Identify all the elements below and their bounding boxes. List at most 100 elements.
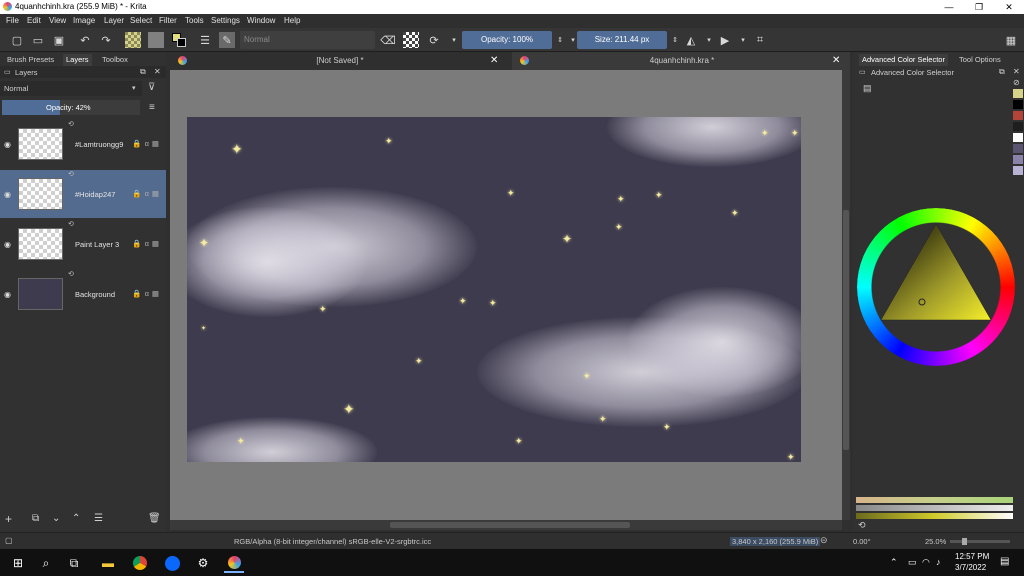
hamburger-menu-icon[interactable]: ≡: [149, 102, 155, 113]
menu-window[interactable]: Window: [247, 16, 275, 25]
krita-taskbar-icon[interactable]: [224, 553, 244, 573]
layer-row[interactable]: ⟲ ◉ Background 🔒α▦: [0, 270, 166, 318]
filter-icon[interactable]: ⊽: [148, 82, 155, 93]
color-swatch[interactable]: [1013, 144, 1023, 153]
close-panel-icon[interactable]: ✕: [154, 67, 161, 76]
mirror-vertical-icon[interactable]: ▶: [717, 32, 733, 48]
vertical-scrollbar[interactable]: [842, 70, 850, 520]
wrap-around-icon[interactable]: ⌗: [752, 32, 768, 48]
menu-view[interactable]: View: [49, 16, 66, 25]
network-icon[interactable]: ▭: [908, 557, 917, 568]
eye-icon[interactable]: ◉: [4, 140, 11, 149]
duplicate-layer-icon[interactable]: ⧉: [32, 513, 39, 524]
search-icon[interactable]: ⌕: [36, 553, 56, 573]
scrollbar-thumb[interactable]: [843, 210, 849, 450]
layer-lock-alpha-icons[interactable]: 🔒α▦: [132, 139, 162, 148]
chevron-down-icon[interactable]: ▾: [446, 32, 462, 48]
task-view-icon[interactable]: ⧉: [64, 553, 84, 573]
menu-select[interactable]: Select: [130, 16, 152, 25]
windows-start-icon[interactable]: ⊞: [8, 553, 28, 573]
eye-icon[interactable]: ◉: [4, 290, 11, 299]
brush-settings-icon[interactable]: ☰: [197, 32, 213, 48]
color-swatch[interactable]: [1013, 133, 1023, 142]
menu-layer[interactable]: Layer: [104, 16, 124, 25]
move-layer-up-icon[interactable]: ⌃: [72, 513, 80, 524]
maximize-button[interactable]: ❐: [964, 0, 994, 14]
night-sky-artwork[interactable]: ✦ ✦ ✦ ✦ ✦ ✦ ✦ ✦ ✦ ✦ ✦ ✦ ✦ ✦ ✦ ✦ ✦ ✦ ✦ ✦ …: [187, 117, 801, 462]
menu-edit[interactable]: Edit: [27, 16, 41, 25]
zoom-slider-handle[interactable]: [962, 538, 967, 545]
close-tab-icon[interactable]: ✕: [490, 55, 498, 66]
chevron-down-icon[interactable]: ▾: [701, 32, 717, 48]
clock-date[interactable]: 3/7/2022: [955, 563, 986, 572]
color-history-bar[interactable]: [856, 497, 1013, 503]
delete-layer-icon[interactable]: 🗑: [148, 513, 161, 524]
mirror-horizontal-icon[interactable]: ◭: [683, 32, 699, 48]
layer-properties-icon[interactable]: ☰: [94, 513, 103, 524]
menu-help[interactable]: Help: [284, 16, 300, 25]
blend-mode-select[interactable]: Normal: [240, 31, 375, 49]
rotate-icon[interactable]: ⊝: [820, 535, 828, 546]
eraser-icon[interactable]: ⌫: [380, 32, 396, 48]
tab-brush-presets[interactable]: Brush Presets: [4, 54, 57, 66]
color-swatch[interactable]: [1013, 155, 1023, 164]
refresh-icon[interactable]: ⟲: [858, 520, 866, 531]
color-wheel[interactable]: [857, 208, 1015, 366]
layer-blend-mode-select[interactable]: Normal ▾: [0, 81, 142, 96]
layer-lock-alpha-icons[interactable]: 🔒α▦: [132, 289, 162, 298]
tab-4quanhchinh[interactable]: 4quanhchinh.kra *: [612, 52, 752, 70]
close-panel-icon[interactable]: ✕: [1013, 67, 1020, 76]
color-swatch[interactable]: [1013, 122, 1023, 131]
color-settings-icon[interactable]: ▤: [863, 83, 872, 94]
add-layer-icon[interactable]: +: [5, 512, 12, 526]
zoom-slider[interactable]: [950, 538, 1010, 545]
tab-toolbox[interactable]: Toolbox: [99, 54, 131, 66]
color-swatch[interactable]: [1013, 166, 1023, 175]
scrollbar-thumb[interactable]: [390, 522, 630, 528]
foreground-background-color-icon[interactable]: [171, 32, 187, 48]
color-swatch[interactable]: [1013, 89, 1023, 98]
layer-row[interactable]: ⟲ ◉ Paint Layer 3 🔒α▦: [0, 220, 166, 268]
menu-settings[interactable]: Settings: [211, 16, 240, 25]
gradient-pattern-icon[interactable]: [125, 32, 141, 48]
layer-lock-alpha-icons[interactable]: 🔒α▦: [132, 189, 162, 198]
brush-preset-icon[interactable]: ✎: [219, 32, 235, 48]
color-history-bar[interactable]: [856, 513, 1013, 519]
layer-opacity-slider[interactable]: Opacity: 42%: [2, 100, 140, 115]
volume-icon[interactable]: ♪: [936, 557, 941, 567]
eye-icon[interactable]: ◉: [4, 190, 11, 199]
close-tab-icon[interactable]: ✕: [832, 55, 840, 66]
size-slider[interactable]: Size: 211.44 px: [577, 31, 667, 49]
clock-time[interactable]: 12:57 PM: [955, 552, 989, 561]
chrome-icon[interactable]: [130, 553, 150, 573]
float-panel-icon[interactable]: ⧉: [140, 67, 146, 77]
new-document-icon[interactable]: ▢: [9, 32, 25, 48]
tab-advanced-color-selector[interactable]: Advanced Color Selector: [859, 54, 948, 66]
tab-tool-options[interactable]: Tool Options: [956, 54, 1004, 66]
float-panel-icon[interactable]: ⧉: [999, 67, 1005, 77]
horizontal-scrollbar[interactable]: [170, 520, 842, 530]
wifi-icon[interactable]: ◠: [922, 557, 930, 568]
layer-row[interactable]: ⟲ ◉ #Lamtruongg9 🔒α▦: [0, 120, 166, 168]
close-window-button[interactable]: ✕: [994, 0, 1024, 14]
opacity-slider[interactable]: Opacity: 100%: [462, 31, 552, 49]
zalo-icon[interactable]: [162, 553, 182, 573]
layer-lock-alpha-icons[interactable]: 🔒α▦: [132, 239, 162, 248]
settings-gear-icon[interactable]: ⚙: [193, 553, 213, 573]
color-swatch[interactable]: [1013, 111, 1023, 120]
workspace-icon[interactable]: ▦: [1003, 32, 1019, 48]
menu-image[interactable]: Image: [73, 16, 95, 25]
clear-history-icon[interactable]: ⊘: [1013, 78, 1020, 87]
preserve-alpha-icon[interactable]: [403, 32, 419, 48]
menu-file[interactable]: File: [6, 16, 19, 25]
eye-icon[interactable]: ◉: [4, 240, 11, 249]
undo-icon[interactable]: ↶: [77, 32, 93, 48]
redo-icon[interactable]: ↷: [98, 32, 114, 48]
color-swatch[interactable]: [1013, 100, 1023, 109]
color-history-bar[interactable]: [856, 505, 1013, 511]
save-icon[interactable]: ▣: [51, 32, 67, 48]
notifications-icon[interactable]: ▤: [1000, 556, 1009, 567]
file-explorer-icon[interactable]: ▬: [98, 553, 118, 573]
chevron-up-icon[interactable]: ⌃: [890, 557, 898, 568]
reload-preset-icon[interactable]: ⟳: [426, 32, 442, 48]
